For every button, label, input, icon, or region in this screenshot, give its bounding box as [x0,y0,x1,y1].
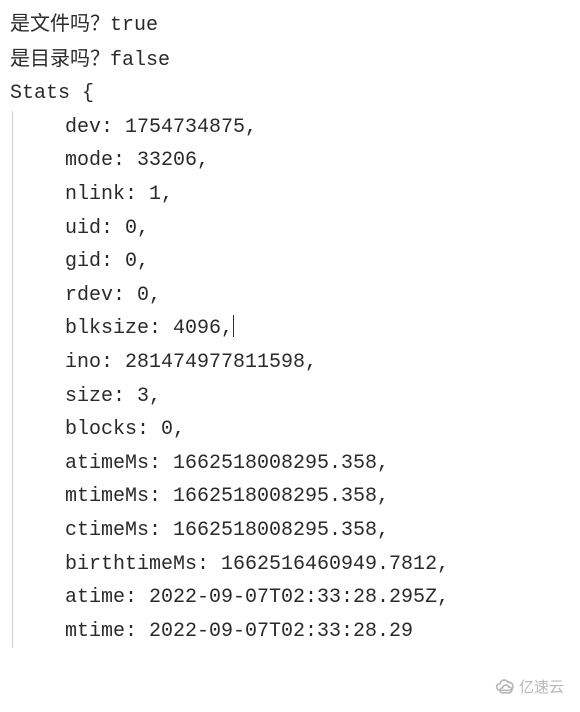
stat-gid: gid: 0, [41,245,570,279]
text-cursor [233,315,234,337]
stat-ino: ino: 281474977811598, [41,346,570,380]
stat-mode: mode: 33206, [41,144,570,178]
stat-birthtimeMs: birthtimeMs: 1662516460949.7812, [41,548,570,582]
stat-dev: dev: 1754734875, [41,111,570,145]
stat-uid: uid: 0, [41,212,570,246]
cloud-icon [495,677,515,697]
stat-mtime: mtime: 2022-09-07T02:33:28.29 [41,615,570,649]
stat-mtimeMs: mtimeMs: 1662518008295.358, [41,480,570,514]
is-file-label: 是文件吗？ [10,13,110,35]
is-dir-line: 是目录吗？false [10,43,570,78]
is-dir-label: 是目录吗？ [10,48,110,70]
stat-blksize-line: blksize: 4096, [41,312,570,346]
stat-nlink: nlink: 1, [41,178,570,212]
stat-ctimeMs: ctimeMs: 1662518008295.358, [41,514,570,548]
stats-block: dev: 1754734875, mode: 33206, nlink: 1, … [12,111,570,649]
is-dir-value: false [110,49,170,72]
is-file-line: 是文件吗？true [10,8,570,43]
stat-rdev: rdev: 0, [41,279,570,313]
stat-atimeMs: atimeMs: 1662518008295.358, [41,447,570,481]
is-file-value: true [110,14,158,37]
stats-open: Stats { [10,77,570,111]
stat-size: size: 3, [41,380,570,414]
stat-blocks: blocks: 0, [41,413,570,447]
stat-atime: atime: 2022-09-07T02:33:28.295Z, [41,581,570,615]
watermark-text: 亿速云 [519,675,564,700]
watermark: 亿速云 [489,673,570,702]
stat-blksize: blksize: 4096, [41,317,233,340]
